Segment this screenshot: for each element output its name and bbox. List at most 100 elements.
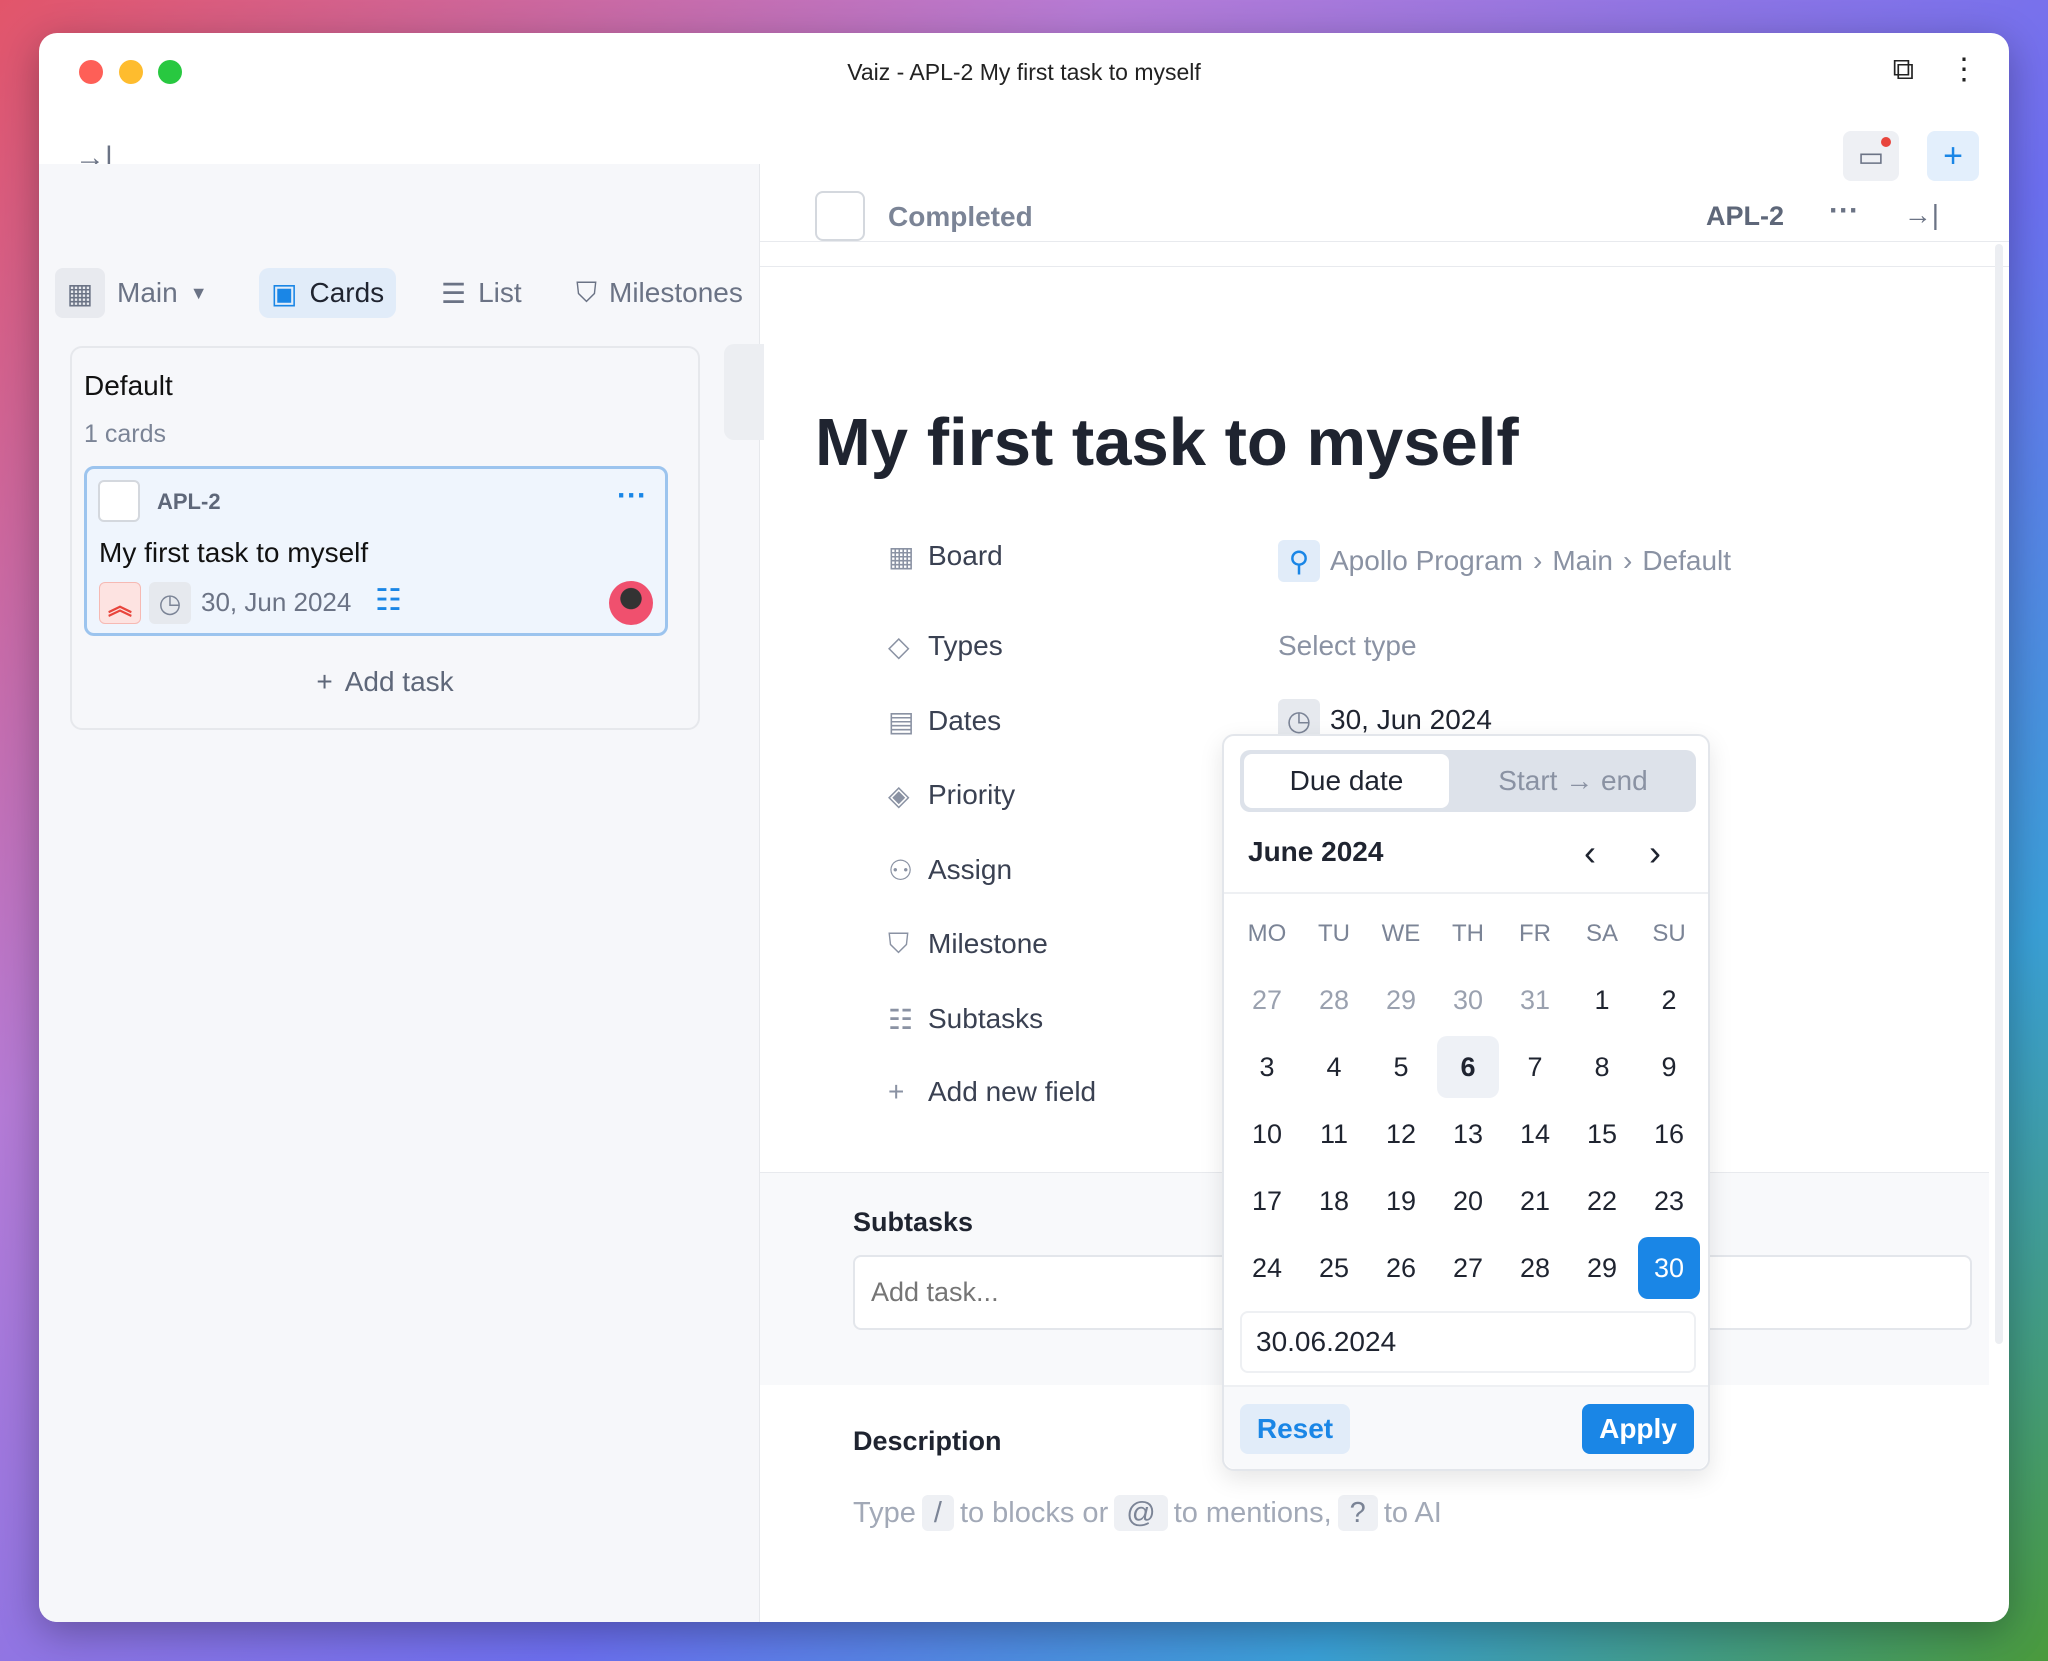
field-label: Types: [928, 630, 1003, 661]
calendar-day[interactable]: 27: [1437, 1237, 1499, 1299]
task-id[interactable]: APL-2: [1706, 201, 1784, 232]
breadcrumb-item[interactable]: Main: [1552, 545, 1613, 577]
board-panel: ▦ Main ▼ ▣ Cards ☰ List ⛉ Milestones Default…: [39, 164, 764, 1622]
calendar-day[interactable]: 21: [1504, 1170, 1566, 1232]
calendar-day[interactable]: 13: [1437, 1103, 1499, 1165]
extension-icon[interactable]: ⧉: [1893, 55, 1914, 85]
board-icon: ▦: [55, 268, 105, 318]
diamond-icon: ◈: [888, 780, 910, 811]
field-label: Dates: [928, 705, 1002, 736]
window-title: Vaiz - APL-2 My first task to myself: [847, 58, 1201, 85]
users-icon: ⚇: [888, 855, 914, 886]
field-label: Board: [928, 540, 1003, 571]
apply-button[interactable]: Apply: [1582, 1404, 1694, 1454]
calendar-icon: ▤: [888, 706, 915, 737]
board-path[interactable]: ⚲ Apollo Program › Main › Default: [1278, 540, 1731, 582]
calendar-day[interactable]: 15: [1571, 1103, 1633, 1165]
calendar-day[interactable]: 5: [1370, 1036, 1432, 1098]
calendar-day[interactable]: 28: [1303, 969, 1365, 1031]
placeholder-text: to blocks or: [959, 1497, 1109, 1529]
card-date[interactable]: 30, Jun 2024: [201, 587, 351, 618]
plus-icon: +: [888, 1076, 905, 1107]
calendar-day[interactable]: 14: [1504, 1103, 1566, 1165]
more-vertical-icon[interactable]: ⋮: [1949, 55, 1979, 85]
calendar-day[interactable]: 26: [1370, 1237, 1432, 1299]
double-chevron-up-icon[interactable]: ︽: [99, 582, 141, 624]
date-text: 30, Jun 2024: [1330, 704, 1492, 735]
add-subtask-icon[interactable]: ☷: [375, 583, 402, 618]
mode-due-date[interactable]: Due date: [1244, 754, 1449, 808]
tab-cards[interactable]: ▣ Cards: [259, 268, 397, 318]
task-title[interactable]: My first task to myself: [815, 404, 1519, 481]
calendar-day[interactable]: 29: [1370, 969, 1432, 1031]
card-id: APL-2: [157, 489, 221, 514]
calendar-day[interactable]: 8: [1571, 1036, 1633, 1098]
board-icon: ▦: [888, 541, 915, 572]
calendar-day[interactable]: 6: [1437, 1036, 1499, 1098]
next-month-icon[interactable]: ›: [1649, 832, 1661, 874]
field-label[interactable]: Add new field: [928, 1076, 1096, 1108]
tab-milestones[interactable]: ⛉ Milestones: [564, 268, 755, 318]
calendar-day[interactable]: 30: [1638, 1237, 1700, 1299]
calendar-day[interactable]: 16: [1638, 1103, 1700, 1165]
calendar-day[interactable]: 30: [1437, 969, 1499, 1031]
dropdown-icon: ▼: [189, 282, 208, 303]
description-editor[interactable]: Type / to blocks or @ to mentions,? to AI: [853, 1495, 1442, 1531]
calendar-day[interactable]: 20: [1437, 1170, 1499, 1232]
calendar-day[interactable]: 31: [1504, 969, 1566, 1031]
column-count: 1 cards: [84, 420, 166, 448]
scrollbar[interactable]: [1995, 244, 2003, 1344]
task-card[interactable]: APL-2 ··· My first task to myself ︽ ◷ 30…: [84, 466, 668, 636]
calendar-day[interactable]: 11: [1303, 1103, 1365, 1165]
more-icon[interactable]: ···: [1829, 194, 1859, 228]
calendar-day[interactable]: 9: [1638, 1036, 1700, 1098]
calendar-day[interactable]: 12: [1370, 1103, 1432, 1165]
clock-icon: ◷: [149, 582, 191, 624]
card-more-icon[interactable]: ···: [617, 479, 647, 513]
calendar-day[interactable]: 27: [1236, 969, 1298, 1031]
next-column-stub: [724, 344, 764, 440]
calendar-day[interactable]: 10: [1236, 1103, 1298, 1165]
weekday-label: SA: [1585, 920, 1618, 947]
collapse-panel-icon[interactable]: →|: [1904, 199, 1939, 231]
calendar-day[interactable]: 3: [1236, 1036, 1298, 1098]
plus-icon: +: [316, 666, 333, 697]
add-task-button[interactable]: + Add task: [72, 666, 698, 698]
calendar-day[interactable]: 1: [1571, 969, 1633, 1031]
calendar-day[interactable]: 22: [1571, 1170, 1633, 1232]
close-window-button[interactable]: [79, 60, 103, 84]
breadcrumb-item[interactable]: Apollo Program: [1330, 545, 1523, 577]
card-title: My first task to myself: [99, 537, 369, 568]
card-checkbox[interactable]: [98, 480, 140, 522]
calendar-day[interactable]: 2: [1638, 969, 1700, 1031]
mode-start-end[interactable]: Start → end: [1455, 754, 1691, 808]
calendar-day[interactable]: 17: [1236, 1170, 1298, 1232]
calendar-day[interactable]: 19: [1370, 1170, 1432, 1232]
calendar-day[interactable]: 28: [1504, 1237, 1566, 1299]
calendar-day[interactable]: 7: [1504, 1036, 1566, 1098]
weekday-label: MO: [1247, 920, 1287, 947]
maximize-window-button[interactable]: [158, 60, 182, 84]
column-title: Default: [84, 370, 173, 401]
calendar-day[interactable]: 24: [1236, 1237, 1298, 1299]
weekday-label: WE: [1381, 920, 1421, 947]
placeholder-text: to AI: [1383, 1497, 1442, 1529]
breadcrumb-item[interactable]: Default: [1642, 545, 1731, 577]
weekday-label: TU: [1318, 920, 1350, 947]
calendar-day[interactable]: 23: [1638, 1170, 1700, 1232]
date-input[interactable]: [1240, 1311, 1696, 1373]
board-selector[interactable]: ▦ Main ▼: [55, 268, 208, 318]
calendar-day[interactable]: 29: [1571, 1237, 1633, 1299]
types-select[interactable]: Select type: [1278, 630, 1417, 662]
avatar[interactable]: [609, 581, 653, 625]
complete-checkbox[interactable]: [815, 191, 865, 241]
tab-list[interactable]: ☰ List: [429, 268, 534, 318]
calendar-day[interactable]: 4: [1303, 1036, 1365, 1098]
calendar-day[interactable]: 18: [1303, 1170, 1365, 1232]
prev-month-icon[interactable]: ‹: [1584, 832, 1596, 874]
minimize-window-button[interactable]: [119, 60, 143, 84]
calendar-day[interactable]: 25: [1303, 1237, 1365, 1299]
subtasks-heading: Subtasks: [853, 1207, 974, 1237]
cards-icon: ▣: [271, 277, 298, 309]
reset-button[interactable]: Reset: [1240, 1404, 1350, 1454]
